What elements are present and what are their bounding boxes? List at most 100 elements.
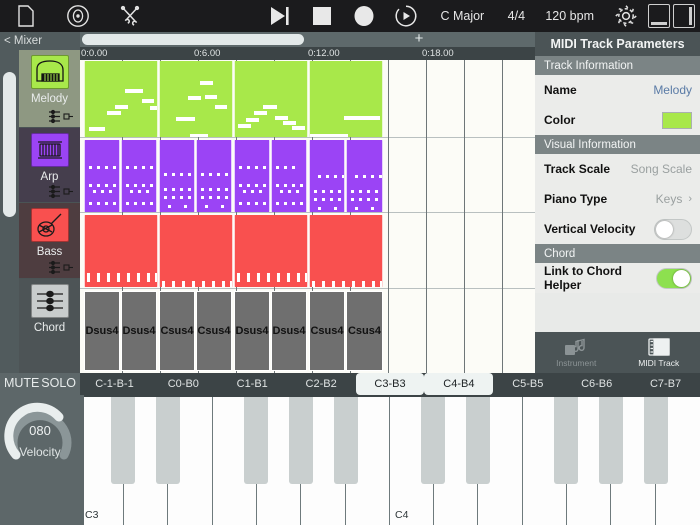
scrollbar-thumb[interactable] bbox=[82, 34, 304, 45]
clip-bass-2[interactable] bbox=[159, 215, 233, 287]
add-track-button[interactable]: + bbox=[412, 31, 426, 47]
panel-bottom-icon[interactable] bbox=[648, 4, 670, 28]
piano-type-value[interactable]: Keys bbox=[656, 192, 683, 206]
black-key-ds4[interactable] bbox=[466, 397, 490, 484]
grid-line bbox=[426, 60, 427, 373]
mixer-back-button[interactable]: < Mixer bbox=[0, 32, 80, 50]
black-key-fs3[interactable] bbox=[244, 397, 268, 484]
track-label: Melody bbox=[30, 93, 69, 105]
chord-clip[interactable]: Dsus4 bbox=[84, 291, 120, 371]
black-key-cs4[interactable] bbox=[421, 397, 445, 484]
octave-option[interactable]: C0-B0 bbox=[149, 373, 218, 395]
black-key-as4[interactable] bbox=[644, 397, 668, 484]
black-key-fs4[interactable] bbox=[554, 397, 578, 484]
clip-melody-4[interactable] bbox=[309, 61, 383, 137]
play-to-end-icon[interactable] bbox=[259, 0, 301, 32]
chord-clip[interactable]: Csus4 bbox=[159, 291, 195, 371]
clip-arp-2[interactable] bbox=[121, 140, 157, 212]
clip-arp-7[interactable] bbox=[309, 140, 345, 212]
chord-clip[interactable]: Dsus4 bbox=[234, 291, 270, 371]
color-swatch[interactable] bbox=[662, 111, 692, 129]
octave-option[interactable]: C7-B7 bbox=[631, 373, 700, 395]
black-key-cs3[interactable] bbox=[111, 397, 135, 484]
record-icon[interactable] bbox=[343, 0, 385, 32]
sidebar-vertical-scrollbar[interactable] bbox=[3, 72, 16, 217]
chord-clip[interactable]: Csus4 bbox=[196, 291, 232, 371]
clip-arp-6[interactable] bbox=[271, 140, 307, 212]
row-track-scale[interactable]: Track Scale Song Scale bbox=[535, 154, 700, 184]
track-label: Bass bbox=[36, 246, 63, 258]
clip-arp-4[interactable] bbox=[196, 140, 232, 212]
file-icon[interactable] bbox=[0, 0, 52, 32]
track-scale-value[interactable]: Song Scale bbox=[631, 162, 692, 176]
horizontal-scrollbar[interactable]: + bbox=[80, 31, 535, 47]
tab-instrument[interactable]: Instrument bbox=[535, 332, 618, 373]
tab-midi-track[interactable]: MIDI Track bbox=[618, 332, 700, 373]
track-label: Chord bbox=[33, 322, 66, 334]
vertical-velocity-toggle[interactable] bbox=[654, 218, 692, 240]
midi-port-icon[interactable] bbox=[47, 260, 74, 275]
track-row-bass[interactable]: Bass bbox=[19, 203, 80, 279]
note bbox=[275, 116, 288, 120]
timeline-ruler[interactable]: 0:0.00 0:6.00 0:12.00 0:18.00 bbox=[80, 47, 535, 60]
row-name[interactable]: Name Melody bbox=[535, 75, 700, 105]
tempo-display[interactable]: 120 bpm bbox=[535, 9, 604, 23]
key-signature-display[interactable]: C Major bbox=[427, 9, 497, 23]
track-name-value[interactable]: Melody bbox=[653, 83, 692, 97]
note bbox=[238, 124, 251, 128]
piano-keyboard[interactable]: C3 C4 bbox=[80, 395, 700, 525]
disc-icon[interactable] bbox=[52, 0, 104, 32]
section-heading: Visual Information bbox=[544, 138, 636, 151]
mute-button[interactable]: MUTE bbox=[4, 376, 39, 390]
black-key-as3[interactable] bbox=[334, 397, 358, 484]
black-key-gs4[interactable] bbox=[599, 397, 623, 484]
clip-melody-1[interactable] bbox=[84, 61, 158, 137]
midi-port-icon[interactable] bbox=[47, 109, 74, 124]
chord-clip[interactable]: Csus4 bbox=[309, 291, 345, 371]
black-key-gs3[interactable] bbox=[289, 397, 313, 484]
octave-option-selected[interactable]: C3-B3 bbox=[355, 373, 425, 395]
octave-option[interactable]: C-1-B-1 bbox=[80, 373, 149, 395]
clip-arp-3[interactable] bbox=[159, 140, 195, 212]
loop-play-icon[interactable] bbox=[385, 0, 427, 32]
octave-option[interactable]: C5-B5 bbox=[493, 373, 562, 395]
clip-arp-5[interactable] bbox=[234, 140, 270, 212]
clip-arp-8[interactable] bbox=[346, 140, 383, 212]
black-key-ds3[interactable] bbox=[156, 397, 180, 484]
row-link-to-chord-helper[interactable]: Link to Chord Helper bbox=[535, 263, 700, 293]
row-vertical-velocity[interactable]: Vertical Velocity bbox=[535, 214, 700, 244]
velocity-knob[interactable]: 080 Velocity bbox=[4, 397, 76, 465]
clip-grid[interactable]: Dsus4 Dsus4 Csus4 Csus4 Dsus4 Dsus4 Csus… bbox=[80, 60, 535, 373]
time-signature-display[interactable]: 4/4 bbox=[497, 9, 535, 23]
octave-option[interactable]: C6-B6 bbox=[562, 373, 631, 395]
chord-clip[interactable]: Dsus4 bbox=[121, 291, 157, 371]
track-label: Arp bbox=[40, 171, 59, 183]
gear-icon[interactable] bbox=[604, 0, 648, 32]
grid-line bbox=[502, 60, 503, 373]
clip-bass-4[interactable] bbox=[309, 215, 383, 287]
midi-port-icon[interactable] bbox=[47, 184, 74, 199]
grand-piano-icon bbox=[30, 55, 69, 89]
chord-clip[interactable]: Dsus4 bbox=[271, 291, 307, 371]
octave-option-selected[interactable]: C4-B4 bbox=[424, 373, 494, 395]
row-piano-type[interactable]: Piano Type Keys › bbox=[535, 184, 700, 214]
chord-clip[interactable]: Csus4 bbox=[346, 291, 383, 371]
clip-bass-3[interactable] bbox=[234, 215, 308, 287]
octave-option[interactable]: C1-B1 bbox=[218, 373, 287, 395]
bass-guitar-icon bbox=[30, 208, 69, 242]
track-row-arp[interactable]: Arp bbox=[19, 128, 80, 203]
octave-option[interactable]: C2-B2 bbox=[287, 373, 356, 395]
link-chord-helper-toggle[interactable] bbox=[656, 267, 692, 289]
track-row-chord[interactable]: Chord bbox=[19, 279, 80, 373]
tools-icon[interactable] bbox=[104, 0, 156, 32]
clip-arp-1[interactable] bbox=[84, 140, 120, 212]
panel-right-icon[interactable] bbox=[673, 4, 695, 28]
stop-icon[interactable] bbox=[301, 0, 343, 32]
solo-button[interactable]: SOLO bbox=[41, 376, 76, 390]
note bbox=[263, 105, 277, 109]
clip-melody-3[interactable] bbox=[234, 61, 308, 137]
track-row-melody[interactable]: Melody bbox=[19, 50, 80, 128]
clip-melody-2[interactable] bbox=[159, 61, 233, 137]
clip-bass-1[interactable] bbox=[84, 215, 158, 287]
row-color[interactable]: Color bbox=[535, 105, 700, 135]
